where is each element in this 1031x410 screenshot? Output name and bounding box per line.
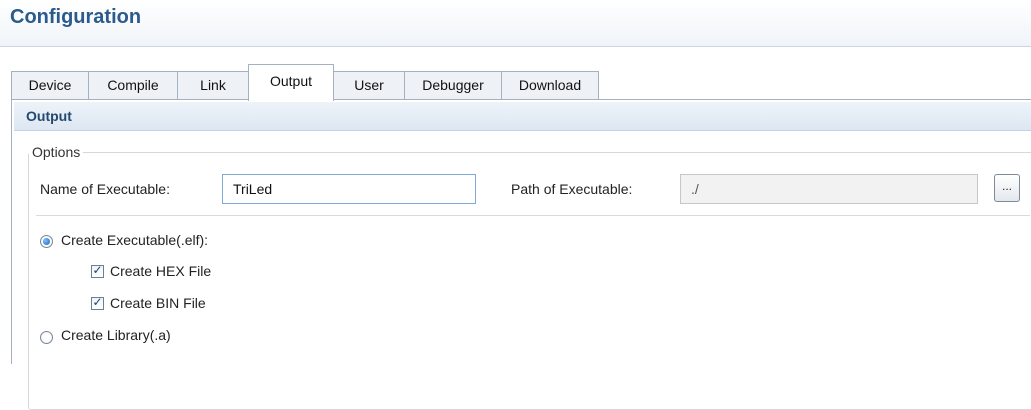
name-of-executable-label: Name of Executable: [40,181,170,197]
tab-bar: Device Compile Link Output User Debugger… [11,64,1031,101]
create-library-label[interactable]: Create Library(.a) [61,327,171,343]
tab-user[interactable]: User [333,71,405,99]
tab-output[interactable]: Output [248,64,334,101]
tab-debugger[interactable]: Debugger [404,71,502,99]
options-legend: Options [29,144,84,160]
section-header: Output [14,102,1031,131]
name-of-executable-input[interactable]: TriLed [222,174,476,204]
path-of-executable-input[interactable]: ./ [680,174,978,204]
create-hex-label[interactable]: Create HEX File [110,263,211,279]
page-title: Configuration [10,6,142,28]
create-bin-label[interactable]: Create BIN File [110,295,206,311]
browse-button[interactable]: ... [994,174,1020,202]
page-header: Configuration [0,0,1031,47]
options-separator [36,215,1030,216]
tab-device[interactable]: Device [11,71,89,99]
create-executable-radio[interactable] [40,235,53,248]
create-hex-checkbox[interactable] [91,263,104,278]
create-library-radio[interactable] [40,331,53,344]
create-bin-checkbox[interactable] [91,295,104,310]
tab-link[interactable]: Link [177,71,249,99]
section-title: Output [26,108,72,124]
tab-divider [11,99,1031,100]
create-executable-label[interactable]: Create Executable(.elf): [61,232,208,248]
tab-compile[interactable]: Compile [88,71,178,99]
tab-download[interactable]: Download [501,71,599,99]
path-of-executable-label: Path of Executable: [511,181,633,197]
